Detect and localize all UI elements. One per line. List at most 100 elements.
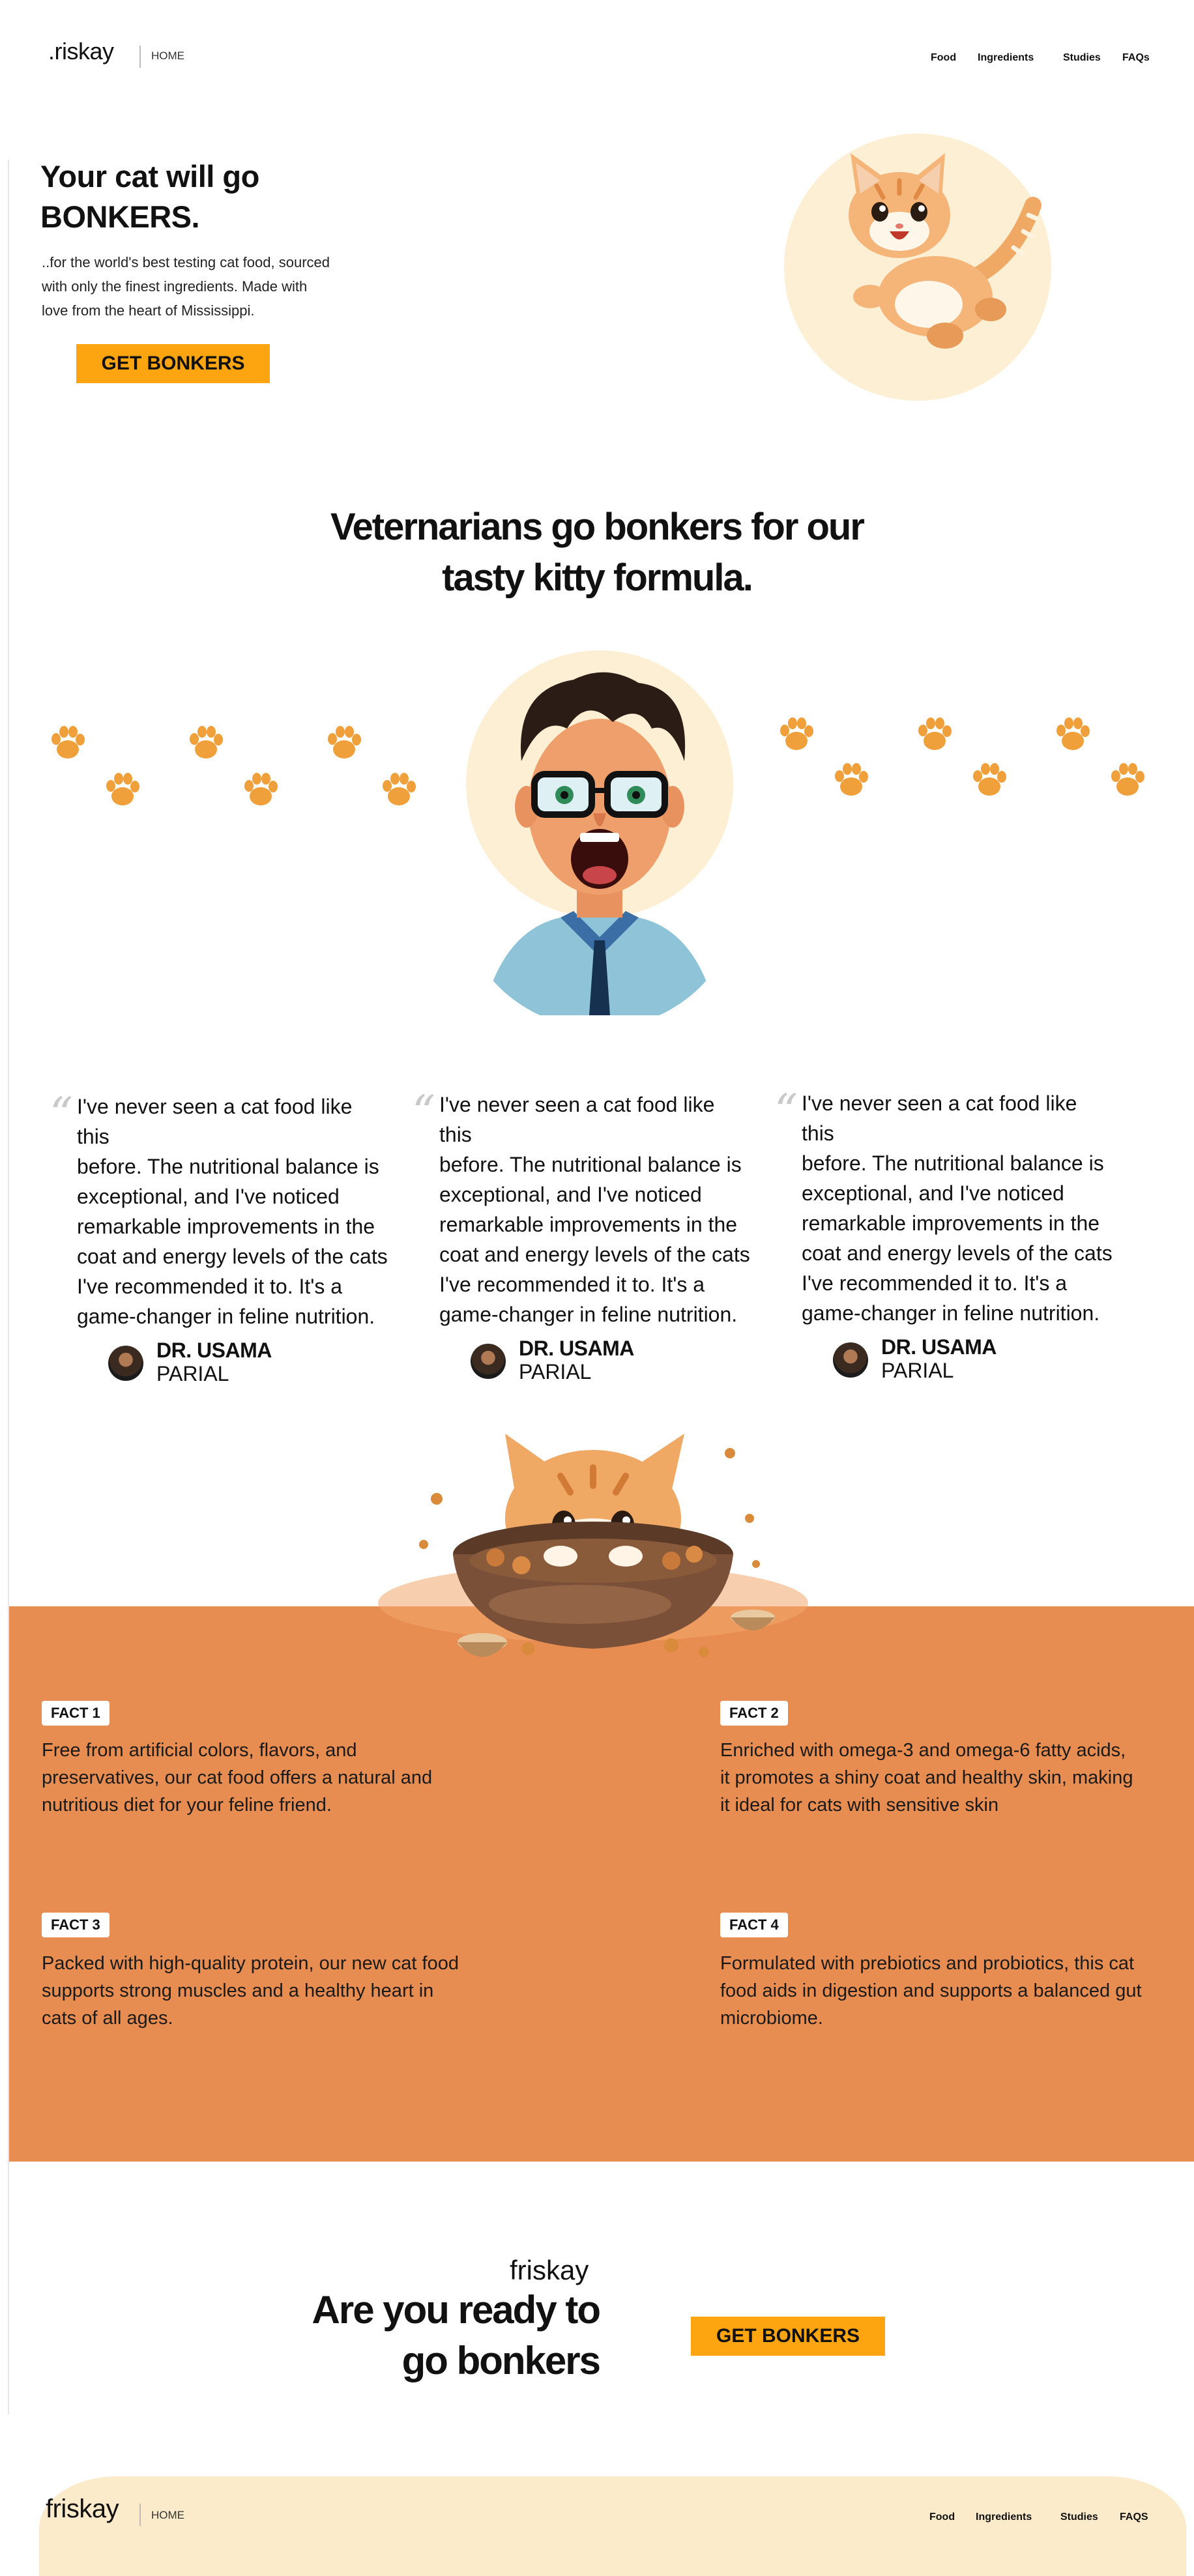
quote-line: game-changer in feline nutrition. [439,1303,738,1326]
cta-get-bonkers-button[interactable]: GET BONKERS [691,2317,885,2356]
author-last-name: PARIAL [156,1362,229,1385]
vets-title-line1: Veternarians go bonkers for our [330,506,865,548]
fact-tag: FACT 4 [720,1913,788,1937]
footer-home-link[interactable]: HOME [151,2509,184,2522]
facts-section: FACT 1 Free from artificial colors, flav… [9,1606,1194,2162]
quote-line: I've recommended it to. It's a [439,1273,705,1296]
hero-title-line2: BONKERS. [40,199,200,234]
avatar [833,1342,868,1378]
vets-title: Veternarians go bonkers for our tasty ki… [271,502,923,603]
cta-title-line2: go bonkers [401,2339,601,2382]
hero-subtitle: ..for the world's best testing cat food,… [42,250,330,323]
paw-icon [1111,763,1144,796]
quote-icon: “ [774,1084,798,1138]
testimonial-quote: I've never seen a cat food like this bef… [802,1088,1113,1328]
quote-icon: “ [50,1088,73,1141]
fact-line: nutritious diet for your feline friend. [42,1795,332,1816]
cta-logo: friskay [510,2255,589,2285]
fact-tag: FACT 2 [720,1701,788,1726]
footer-divider [139,2504,141,2526]
cta-title-line1: Are you ready to [312,2288,601,2332]
testimonial-card: “ I've never seen a cat food like this b… [412,1090,751,1329]
fact-line: preservatives, our cat food offers a nat… [42,1767,433,1788]
footer-nav-ingredients[interactable]: Ingredients [976,2511,1032,2523]
testimonial-author: DR. USAMA PARIAL [881,1335,997,1382]
quote-line: exceptional, and I've noticed [802,1181,1064,1205]
fact-line: food aids in digestion and supports a ba… [720,1980,1142,2001]
fact-text: Free from artificial colors, flavors, an… [42,1737,432,1819]
fact-line: supports strong muscles and a healthy he… [42,1980,434,2001]
fact-tag: FACT 3 [42,1913,109,1937]
site-footer: friskay HOME Food Ingredients Studies FA… [39,2476,1186,2576]
hero-get-bonkers-button[interactable]: GET BONKERS [76,344,270,383]
fact-line: cats of all ages. [42,2008,173,2029]
nav-ingredients[interactable]: Ingredients [978,52,1034,64]
avatar [471,1344,506,1379]
fact-text: Formulated with prebiotics and probiotic… [720,1950,1142,2032]
author-last-name: PARIAL [881,1359,954,1382]
hero-subtitle-line1: ..for the world's best testing cat food,… [42,254,330,270]
quote-line: I've never seen a cat food like this [77,1095,353,1148]
quote-line: remarkable improvements in the [802,1211,1100,1235]
paw-icon [1056,717,1090,750]
fact-text: Packed with high-quality protein, our ne… [42,1950,459,2032]
cta-title: Are you ready to go bonkers [248,2285,601,2386]
quote-line: before. The nutritional balance is [77,1155,379,1178]
quote-line: I've recommended it to. It's a [802,1271,1068,1295]
paw-icon [835,763,868,796]
quote-line: game-changer in feline nutrition. [802,1301,1100,1325]
fact-line: Enriched with omega-3 and omega-6 fatty … [720,1740,1126,1761]
quote-line: exceptional, and I've noticed [439,1183,702,1206]
paw-icon [780,717,813,750]
quote-line: remarkable improvements in the [77,1215,375,1238]
testimonial-quote: I've never seen a cat food like this bef… [439,1090,751,1329]
quote-line: game-changer in feline nutrition. [77,1305,375,1328]
footer-nav-faqs[interactable]: FAQS [1120,2511,1148,2523]
hero-title-line1: Your cat will go [40,159,259,194]
testimonial-card: “ I've never seen a cat food like this b… [774,1088,1113,1328]
paw-icon [51,726,85,759]
fact-line: microbiome. [720,2008,823,2029]
vet-illustration [466,650,733,1015]
nav-faqs[interactable]: FAQs [1122,52,1150,64]
nav-food[interactable]: Food [931,52,956,64]
quote-line: coat and energy levels of the cats [802,1241,1113,1265]
cat-bowl-illustration [378,1434,808,1657]
quote-line: exceptional, and I've noticed [77,1185,340,1208]
footer-nav-studies[interactable]: Studies [1060,2511,1098,2523]
fact-line: Free from artificial colors, flavors, an… [42,1740,357,1761]
paw-icon [190,726,223,759]
footer-nav-food[interactable]: Food [929,2511,955,2523]
quote-line: coat and energy levels of the cats [77,1245,388,1268]
quote-line: before. The nutritional balance is [802,1151,1104,1175]
fact-line: Formulated with prebiotics and probiotic… [720,1953,1135,1974]
avatar [108,1346,143,1381]
home-link[interactable]: HOME [151,50,184,63]
testimonial-author: DR. USAMA PARIAL [156,1339,272,1385]
paw-icon [383,773,416,805]
testimonial-card: “ I've never seen a cat food like this b… [50,1092,388,1331]
author-first-name: DR. USAMA [881,1335,997,1359]
author-last-name: PARIAL [519,1360,592,1383]
author-first-name: DR. USAMA [519,1337,634,1360]
fact-text: Enriched with omega-3 and omega-6 fatty … [720,1737,1133,1819]
vets-title-line2: tasty kitty formula. [442,557,753,599]
quote-line: coat and energy levels of the cats [439,1243,750,1266]
footer-logo[interactable]: friskay [46,2495,119,2524]
logo[interactable]: .riskay [48,38,114,65]
hero-title: Your cat will go BONKERS. [40,156,259,237]
paw-icon [244,773,278,805]
paw-icon [918,717,952,750]
paw-icon [106,773,139,805]
testimonial-quote: I've never seen a cat food like this bef… [77,1092,388,1331]
nav-studies[interactable]: Studies [1063,52,1101,64]
fact-tag: FACT 1 [42,1701,109,1726]
hero-kitten-illustration [784,134,1051,401]
testimonial-author: DR. USAMA PARIAL [519,1337,634,1383]
quote-line: I've never seen a cat food like this [439,1093,715,1146]
fact-line: it ideal for cats with sensitive skin [720,1795,999,1816]
hero-subtitle-line3: love from the heart of Mississippi. [42,302,255,319]
fact-line: it promotes a shiny coat and healthy ski… [720,1767,1133,1788]
hero-subtitle-line2: with only the finest ingredients. Made w… [42,278,308,295]
header-divider [139,46,141,68]
